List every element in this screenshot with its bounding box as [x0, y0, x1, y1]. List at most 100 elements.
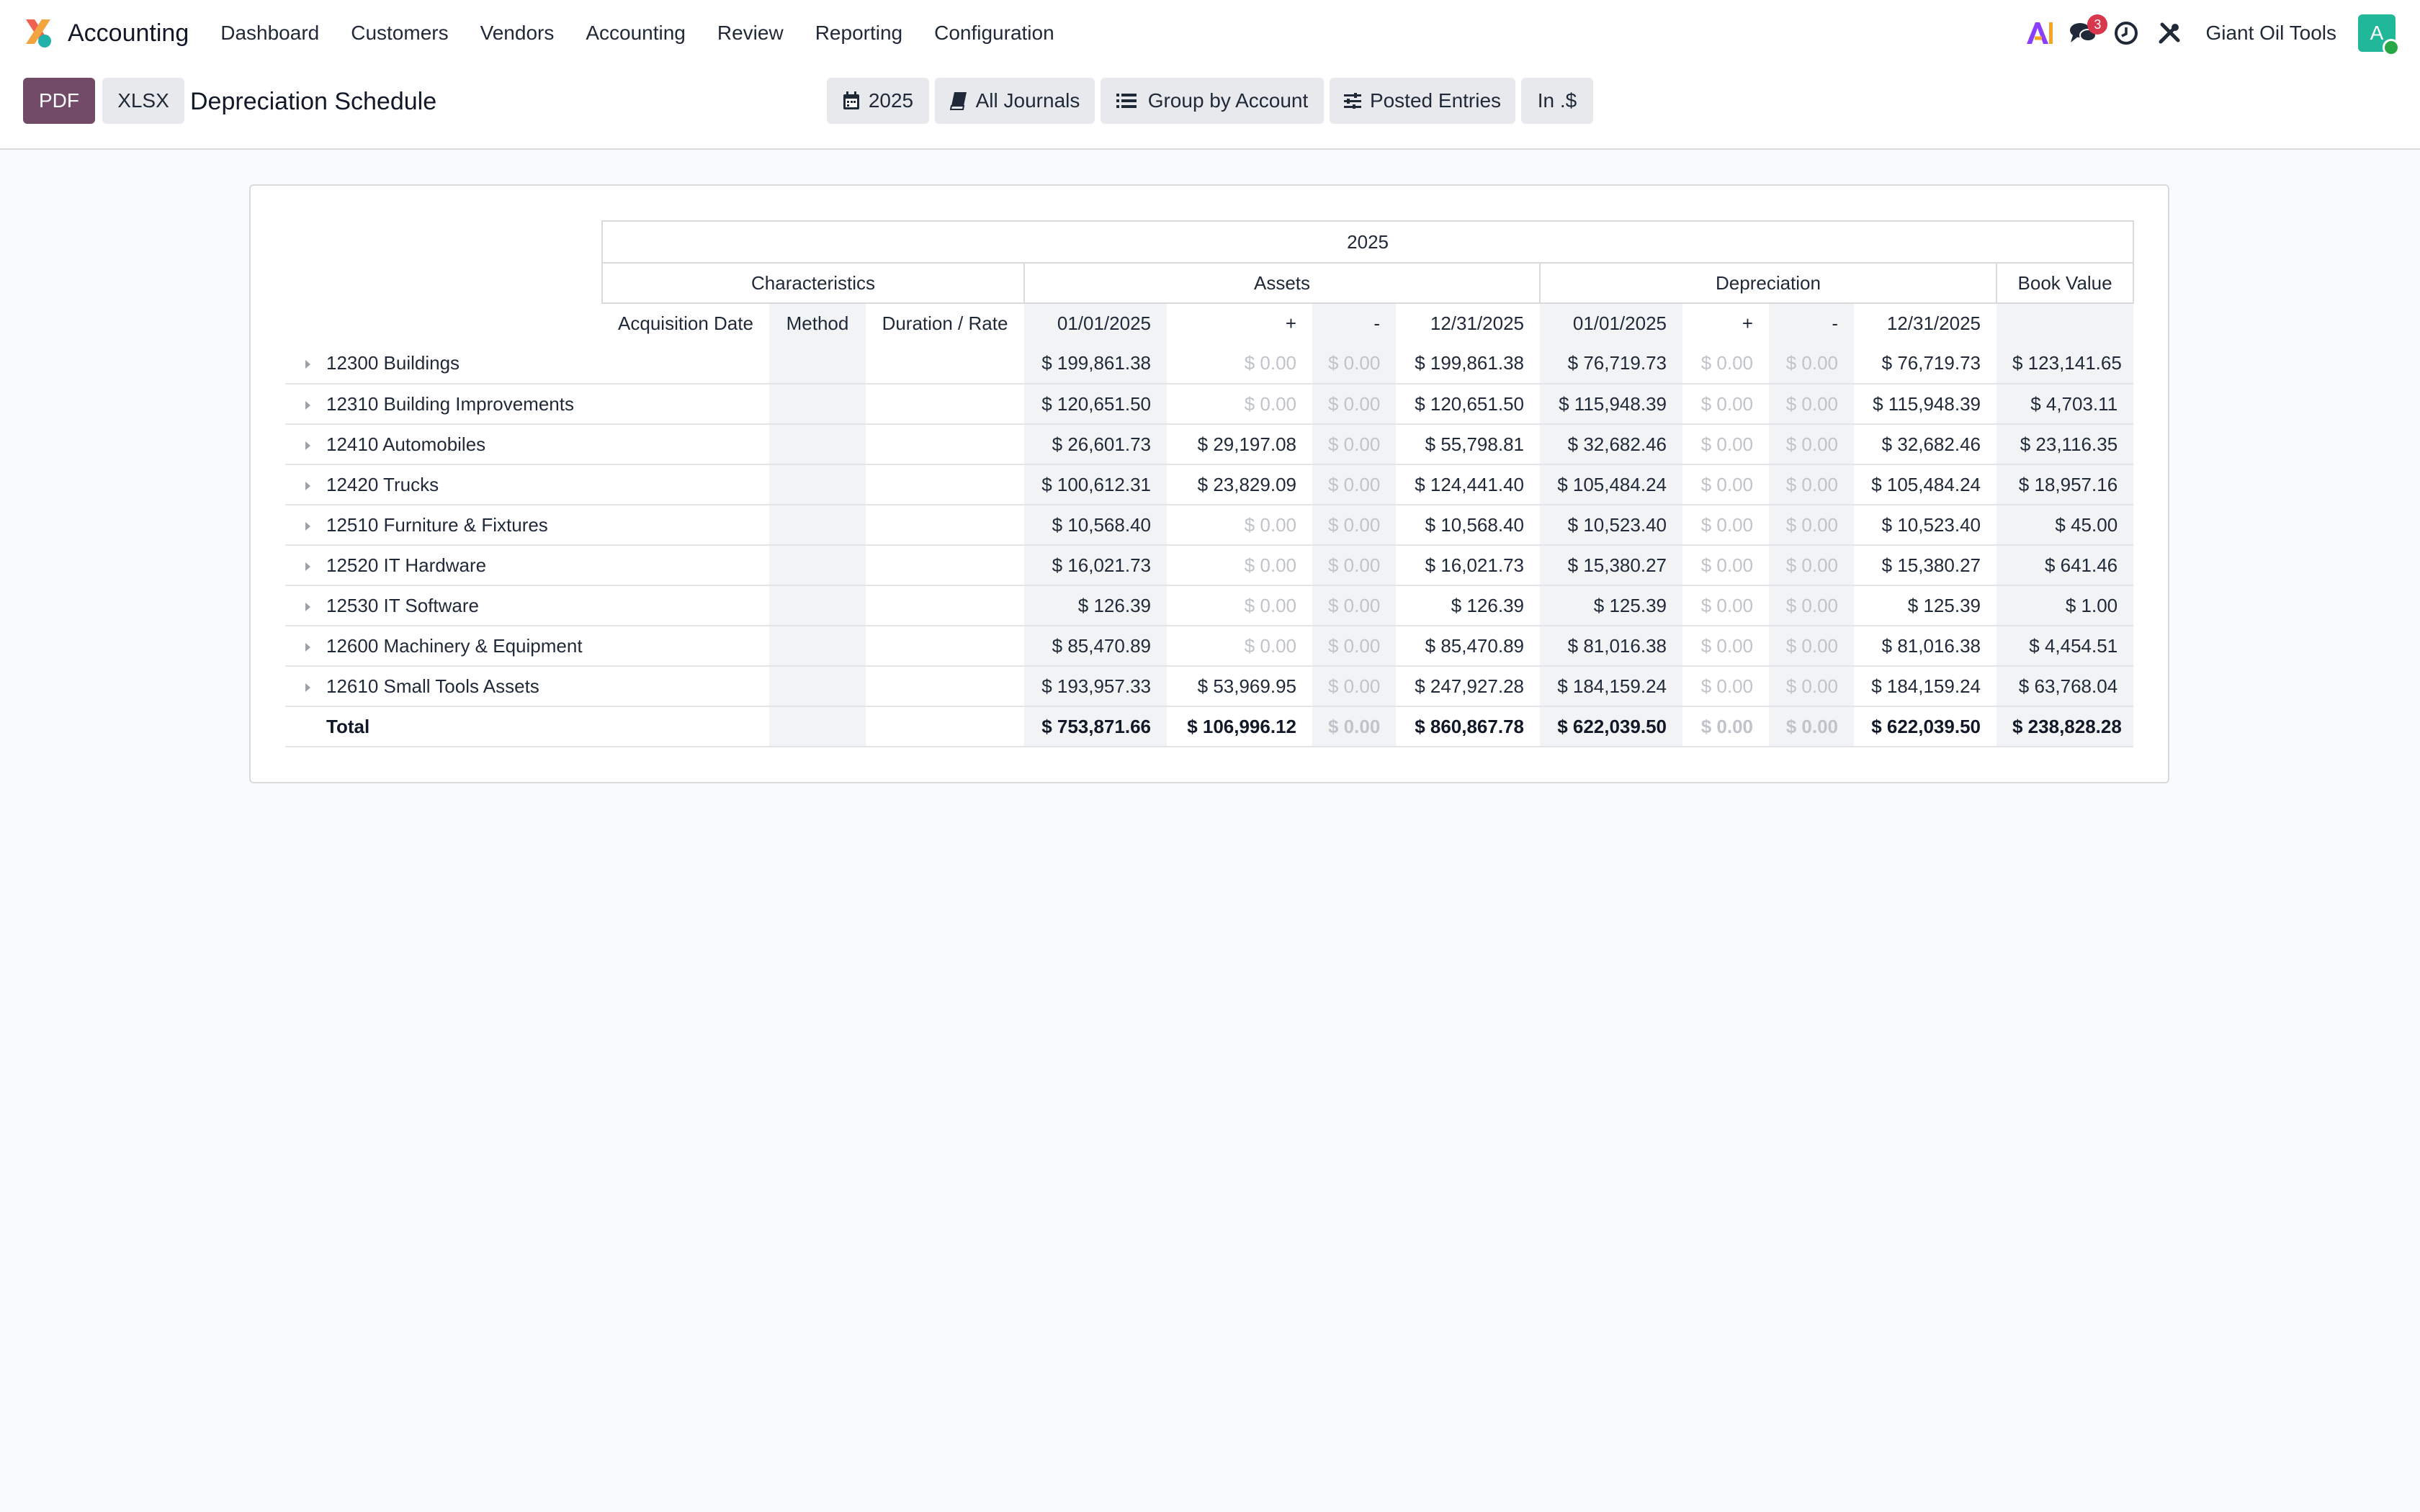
account-row[interactable]: 12600 Machinery & Equipment $ 85,470.89 $ …	[285, 626, 2134, 667]
report-body: 12300 Buildings $ 199,861.38 $ 0.00 $ 0.00 $…	[285, 343, 2134, 747]
app-name: Accounting	[68, 19, 189, 47]
pdf-button[interactable]: PDF	[23, 78, 95, 124]
dep-minus-cell: $ 0.00	[1769, 505, 1854, 546]
expand-caret-icon[interactable]	[305, 683, 310, 692]
assets-start-cell: $ 26,601.73	[1024, 424, 1167, 465]
col-dep-start: 01/01/2025	[1540, 303, 1682, 343]
menu-customers[interactable]: Customers	[335, 22, 464, 45]
account-row[interactable]: 12530 IT Software $ 126.39 $ 0.00 $ 0.00 $ 1…	[285, 585, 2134, 626]
account-name-cell[interactable]: 12300 Buildings	[285, 343, 602, 384]
menu-accounting[interactable]: Accounting	[570, 22, 702, 45]
account-row[interactable]: 12300 Buildings $ 199,861.38 $ 0.00 $ 0.00 $…	[285, 343, 2134, 384]
account-name-cell[interactable]: 12420 Trucks	[285, 464, 602, 505]
menu-reporting[interactable]: Reporting	[799, 22, 918, 45]
total-row: Total $ 753,871.66 $ 106,996.12 $ 0.00 $ 860…	[285, 706, 2134, 747]
dep-start-cell: $ 184,159.24	[1540, 666, 1682, 707]
assets-plus-cell: $ 29,197.08	[1167, 424, 1312, 465]
method-cell	[769, 545, 866, 586]
expand-caret-icon[interactable]	[305, 562, 310, 571]
account-row[interactable]: 12510 Furniture & Fixtures $ 10,568.40 $ 0…	[285, 505, 2134, 546]
menu-review[interactable]: Review	[702, 22, 799, 45]
book-value-header: Book Value	[1995, 262, 2135, 304]
account-name: 12410 Automobiles	[326, 433, 486, 455]
filter-date-label: 2025	[868, 89, 914, 112]
book-value-cell: $ 641.46	[1996, 545, 2134, 586]
account-name-cell[interactable]: 12410 Automobiles	[285, 424, 602, 465]
assets-end-cell: $ 126.39	[1396, 585, 1540, 626]
ai-icon[interactable]	[2024, 17, 2056, 49]
account-row[interactable]: 12310 Building Improvements $ 120,651.50 $…	[285, 384, 2134, 425]
year-header: 2025	[601, 220, 2135, 264]
assets-plus-cell: $ 0.00	[1167, 626, 1312, 667]
duration-rate-cell	[866, 464, 1024, 505]
duration-rate-cell	[866, 343, 1024, 384]
top-navbar: Accounting Dashboard Customers Vendors A…	[0, 0, 2420, 66]
brand[interactable]: Accounting	[22, 17, 189, 50]
dep-minus-cell: $ 0.00	[1769, 545, 1854, 586]
column-header-row: Acquisition Date Method Duration / Rate …	[285, 303, 2134, 343]
account-name: 12600 Machinery & Equipment	[326, 634, 583, 657]
expand-caret-icon[interactable]	[305, 441, 310, 450]
tools-icon[interactable]	[2154, 17, 2185, 49]
expand-caret-icon[interactable]	[305, 642, 310, 652]
account-name-cell[interactable]: 12610 Small Tools Assets	[285, 666, 602, 707]
dep-plus-cell: $ 0.00	[1682, 706, 1769, 747]
filter-currency-label: In .$	[1537, 89, 1577, 112]
acquisition-date-cell	[602, 343, 769, 384]
assets-start-cell: $ 85,470.89	[1024, 626, 1167, 667]
acquisition-date-cell	[602, 505, 769, 546]
account-name-cell[interactable]: 12520 IT Hardware	[285, 545, 602, 586]
duration-rate-cell	[866, 424, 1024, 465]
filter-currency-button[interactable]: In .$	[1521, 78, 1593, 124]
main-menu: Dashboard Customers Vendors Accounting R…	[205, 22, 1070, 45]
clock-icon[interactable]	[2110, 17, 2142, 49]
dep-minus-cell: $ 0.00	[1769, 424, 1854, 465]
account-name-cell[interactable]: 12530 IT Software	[285, 585, 602, 626]
filter-posted-button[interactable]: Posted Entries	[1330, 78, 1515, 124]
book-value-cell: $ 63,768.04	[1996, 666, 2134, 707]
menu-dashboard[interactable]: Dashboard	[205, 22, 335, 45]
acquisition-date-cell	[602, 626, 769, 667]
filter-date-button[interactable]: 2025	[827, 78, 929, 124]
menu-configuration[interactable]: Configuration	[918, 22, 1070, 45]
assets-plus-cell: $ 0.00	[1167, 585, 1312, 626]
report-title: Depreciation Schedule	[190, 88, 437, 115]
assets-end-cell: $ 199,861.38	[1396, 343, 1540, 384]
assets-minus-cell: $ 0.00	[1312, 626, 1396, 667]
company-switcher[interactable]: Giant Oil Tools	[2205, 22, 2336, 45]
expand-caret-icon[interactable]	[305, 400, 310, 410]
method-cell	[769, 626, 866, 667]
chat-icon[interactable]: 3	[2067, 14, 2108, 49]
account-name-cell[interactable]: 12310 Building Improvements	[285, 384, 602, 425]
dep-start-cell: $ 81,016.38	[1540, 626, 1682, 667]
book-value-cell: $ 1.00	[1996, 585, 2134, 626]
col-assets-start: 01/01/2025	[1024, 303, 1167, 343]
col-dep-end: 12/31/2025	[1886, 312, 1981, 334]
assets-end-cell: $ 247,927.28	[1396, 666, 1540, 707]
assets-start-cell: $ 16,021.73	[1024, 545, 1167, 586]
xlsx-button[interactable]: XLSX	[102, 78, 184, 124]
depreciation-header: Depreciation	[1539, 262, 1997, 304]
account-name-cell[interactable]: 12510 Furniture & Fixtures	[285, 505, 602, 546]
group-header-row: Characteristics Assets Depreciation Book…	[285, 262, 2135, 304]
account-row[interactable]: 12410 Automobiles $ 26,601.73 $ 29,197.08 $…	[285, 424, 2134, 465]
expand-caret-icon[interactable]	[305, 360, 310, 369]
expand-caret-icon[interactable]	[305, 521, 310, 531]
year-header-row: 2025	[285, 220, 2135, 264]
dep-start-cell: $ 15,380.27	[1540, 545, 1682, 586]
dep-plus-cell: $ 0.00	[1682, 585, 1769, 626]
account-row[interactable]: 12520 IT Hardware $ 16,021.73 $ 0.00 $ 0.00…	[285, 545, 2134, 586]
dep-minus-cell: $ 0.00	[1769, 666, 1854, 707]
filter-groupby-button[interactable]: Group by Account	[1101, 78, 1324, 124]
menu-vendors[interactable]: Vendors	[465, 22, 570, 45]
assets-plus-cell: $ 0.00	[1167, 545, 1312, 586]
assets-end-cell: $ 55,798.81	[1396, 424, 1540, 465]
expand-caret-icon[interactable]	[305, 481, 310, 490]
method-cell	[769, 464, 866, 505]
expand-caret-icon[interactable]	[305, 602, 310, 611]
account-row[interactable]: 12610 Small Tools Assets $ 193,957.33 $ 53…	[285, 666, 2134, 707]
account-name-cell[interactable]: 12600 Machinery & Equipment	[285, 626, 602, 667]
filter-journals-button[interactable]: All Journals	[935, 78, 1095, 124]
user-avatar[interactable]: A	[2358, 14, 2400, 56]
account-row[interactable]: 12420 Trucks $ 100,612.31 $ 23,829.09 $ 0.0…	[285, 464, 2134, 505]
